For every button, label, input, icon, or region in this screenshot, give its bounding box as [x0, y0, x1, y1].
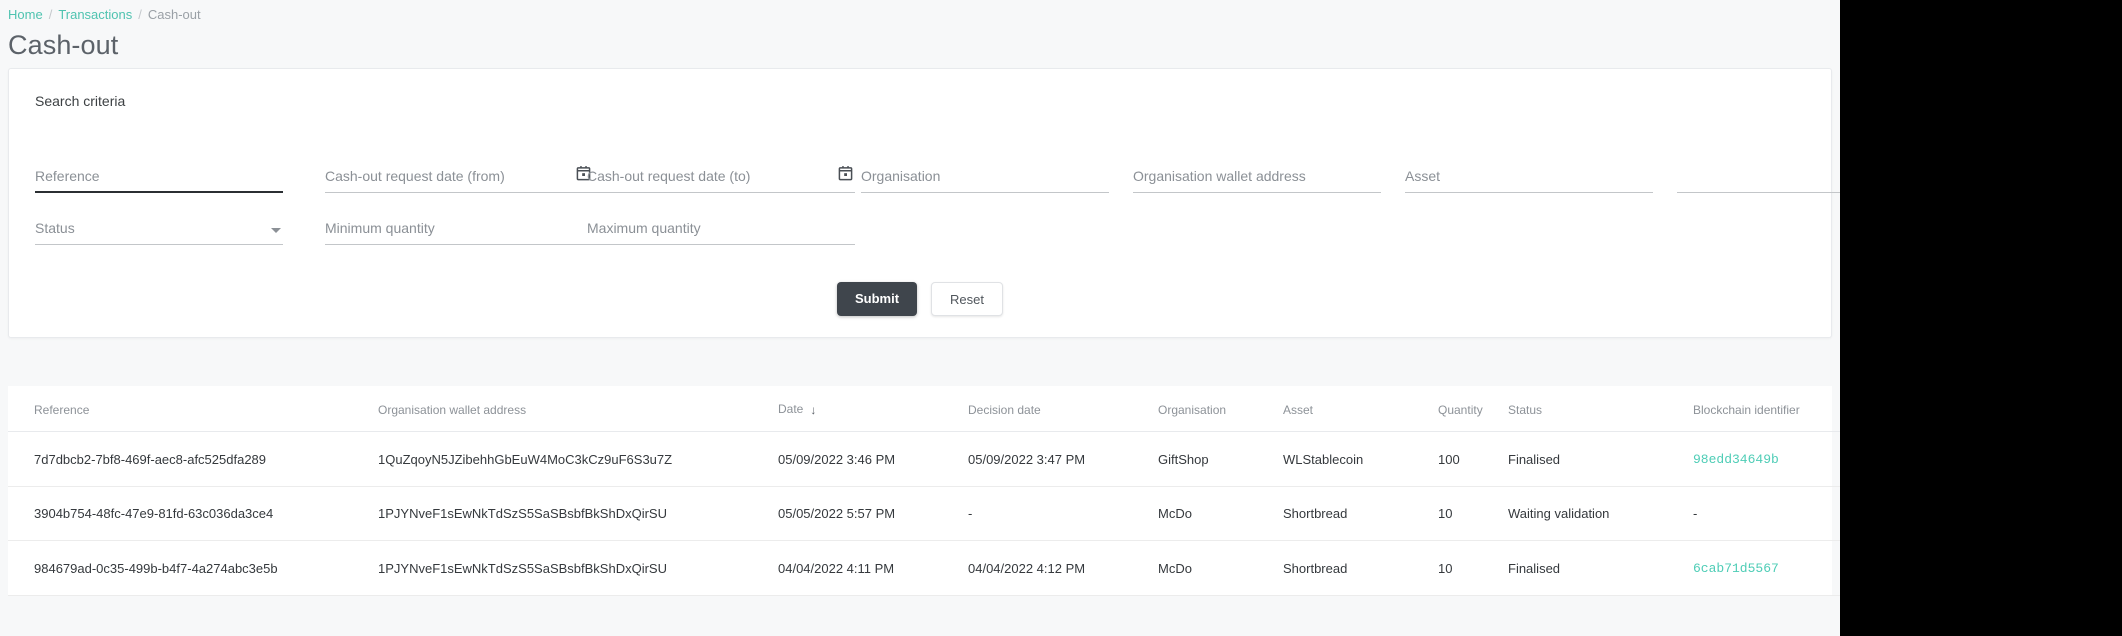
search-field-wallet-address[interactable]: Organisation wallet address — [1133, 159, 1381, 193]
chevron-down-icon[interactable] — [271, 228, 281, 233]
cell-status: Waiting validation — [1508, 486, 1693, 541]
search-field-status[interactable]: Status — [35, 211, 283, 245]
search-criteria-card: Search criteria Reference Cash-out reque… — [8, 68, 1840, 338]
search-field-date-from[interactable]: Cash-out request date (from) — [325, 159, 593, 193]
column-header-organisation[interactable]: Organisation — [1158, 386, 1283, 432]
cell-asset: WLStablecoin — [1283, 431, 1438, 487]
cell-wallet: 1QuZqoyN5JZibehhGbEuW4MoC3kCz9uF6S3u7Z — [378, 431, 778, 487]
search-field-overflow[interactable] — [1677, 159, 1840, 193]
breadcrumb-item-current: Cash-out — [147, 7, 201, 22]
search-field-status-label: Status — [35, 220, 75, 236]
search-field-date-to-label: Cash-out request date (to) — [587, 168, 751, 184]
breadcrumb: Home / Transactions / Cash-out — [8, 6, 1840, 24]
cell-organisation: GiftShop — [1158, 431, 1283, 487]
column-header-date[interactable]: Date ↓ — [778, 386, 968, 432]
field-underline — [587, 244, 855, 245]
cell-decision-date: 05/09/2022 3:47 PM — [968, 431, 1158, 487]
breadcrumb-separator: / — [138, 7, 142, 22]
breadcrumb-item-transactions[interactable]: Transactions — [58, 7, 132, 22]
search-field-min-quantity[interactable]: Minimum quantity — [325, 211, 593, 245]
app-viewport: Home / Transactions / Cash-out Cash-out Sear… — [0, 0, 1840, 636]
cell-quantity: 100 — [1438, 431, 1508, 487]
column-header-asset[interactable]: Asset — [1283, 386, 1438, 432]
cell-status: Finalised — [1508, 431, 1693, 487]
search-field-asset[interactable]: Asset — [1405, 159, 1653, 193]
column-header-quantity[interactable]: Quantity — [1438, 386, 1508, 432]
cell-decision-date: - — [968, 486, 1158, 541]
table-head: Reference Organisation wallet address Da… — [8, 386, 1840, 432]
cell-decision-date: 04/04/2022 4:12 PM — [968, 540, 1158, 596]
cell-asset: Shortbread — [1283, 540, 1438, 596]
cell-status: Finalised — [1508, 540, 1693, 596]
search-field-date-from-label: Cash-out request date (from) — [325, 168, 505, 184]
column-header-blockchain-identifier[interactable]: Blockchain identifier — [1693, 386, 1840, 432]
search-form-row-2: Status Minimum quantity Maximum quantity — [35, 193, 1805, 245]
table-header-row: Reference Organisation wallet address Da… — [8, 386, 1840, 432]
cell-date: 05/09/2022 3:46 PM — [778, 431, 968, 487]
cell-wallet: 1PJYNveF1sEwNkTdSzS5SaSBsbfBkShDxQirSU — [378, 540, 778, 596]
reset-button[interactable]: Reset — [931, 282, 1004, 316]
search-field-organisation[interactable]: Organisation — [861, 159, 1109, 193]
search-field-max-quantity[interactable]: Maximum quantity — [587, 211, 855, 245]
search-field-wallet-address-label: Organisation wallet address — [1133, 168, 1306, 184]
table-row[interactable]: 7d7dbcb2-7bf8-469f-aec8-afc525dfa289 1Qu… — [8, 431, 1840, 487]
cell-reference: 984679ad-0c35-499b-b4f7-4a274abc3e5b — [8, 540, 378, 596]
submit-button[interactable]: Submit — [836, 282, 918, 316]
breadcrumb-item-home[interactable]: Home — [8, 7, 43, 22]
screen-root: Home / Transactions / Cash-out Cash-out Sear… — [0, 0, 2122, 636]
search-field-max-quantity-label: Maximum quantity — [587, 220, 701, 236]
cell-blockchain-identifier: 6cab71d5567 — [1693, 540, 1840, 596]
table-row[interactable]: 3904b754-48fc-47e9-81fd-63c036da3ce4 1PJ… — [8, 486, 1840, 541]
cell-wallet: 1PJYNveF1sEwNkTdSzS5SaSBsbfBkShDxQirSU — [378, 486, 778, 541]
cell-date: 04/04/2022 4:11 PM — [778, 540, 968, 596]
column-header-date-label: Date — [778, 402, 804, 416]
search-field-organisation-label: Organisation — [861, 168, 941, 184]
cell-blockchain-identifier: - — [1693, 486, 1840, 541]
cell-organisation: McDo — [1158, 486, 1283, 541]
search-form-row-1: Reference Cash-out request date (from) C… — [35, 141, 1840, 193]
search-field-date-to[interactable]: Cash-out request date (to) — [587, 159, 855, 193]
field-underline — [325, 244, 593, 245]
calendar-icon[interactable] — [838, 165, 853, 181]
cell-reference: 7d7dbcb2-7bf8-469f-aec8-afc525dfa289 — [8, 431, 378, 487]
page-title: Cash-out — [8, 30, 119, 60]
page-header: Home / Transactions / Cash-out Cash-out — [0, 0, 1840, 62]
search-field-reference[interactable]: Reference — [35, 159, 283, 193]
column-header-status[interactable]: Status — [1508, 386, 1693, 432]
search-actions: Submit Reset — [35, 279, 1805, 319]
search-field-reference-label: Reference — [35, 168, 100, 184]
breadcrumb-separator: / — [48, 7, 53, 22]
field-underline — [35, 244, 283, 245]
table-body: 7d7dbcb2-7bf8-469f-aec8-afc525dfa289 1Qu… — [8, 431, 1840, 596]
column-header-reference[interactable]: Reference — [8, 386, 378, 432]
cell-quantity: 10 — [1438, 486, 1508, 541]
cell-asset: Shortbread — [1283, 486, 1438, 541]
search-criteria-title: Search criteria — [35, 93, 126, 109]
cell-organisation: McDo — [1158, 540, 1283, 596]
cell-blockchain-identifier: 98edd34649b — [1693, 431, 1840, 487]
blockchain-identifier-link[interactable]: 98edd34649b — [1693, 452, 1779, 467]
blockchain-identifier-link[interactable]: 6cab71d5567 — [1693, 561, 1779, 576]
viewport-dead-space — [1840, 0, 2122, 636]
cell-date: 05/05/2022 5:57 PM — [778, 486, 968, 541]
column-header-decision-date[interactable]: Decision date — [968, 386, 1158, 432]
results-table-container: Reference Organisation wallet address Da… — [8, 386, 1840, 596]
sort-descending-icon[interactable]: ↓ — [810, 403, 816, 417]
results-table: Reference Organisation wallet address Da… — [8, 386, 1840, 596]
search-field-min-quantity-label: Minimum quantity — [325, 220, 435, 236]
column-header-wallet[interactable]: Organisation wallet address — [378, 386, 778, 432]
cell-quantity: 10 — [1438, 540, 1508, 596]
cell-reference: 3904b754-48fc-47e9-81fd-63c036da3ce4 — [8, 486, 378, 541]
table-row[interactable]: 984679ad-0c35-499b-b4f7-4a274abc3e5b 1PJ… — [8, 540, 1840, 596]
search-field-asset-label: Asset — [1405, 168, 1441, 184]
